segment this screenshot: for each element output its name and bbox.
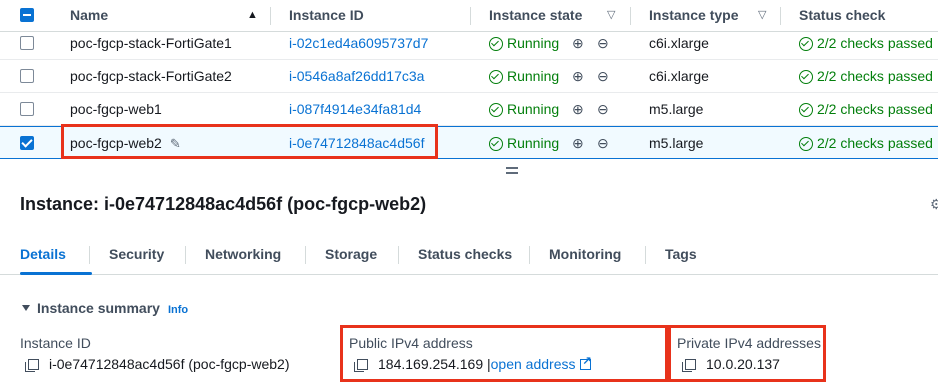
select-all-checkbox[interactable]: [20, 8, 34, 22]
instance-name: poc-fgcp-stack-FortiGate1: [70, 35, 232, 51]
row-checkbox[interactable]: [20, 69, 34, 83]
highlight-box: [668, 325, 826, 382]
tab-details[interactable]: Details: [20, 238, 66, 272]
instance-id-value: i-0e74712848ac4d56f (poc-fgcp-web2): [25, 356, 290, 372]
success-check-icon: [799, 137, 813, 151]
instance-state: Running: [489, 27, 559, 59]
instance-state: Running: [489, 127, 559, 159]
success-check-icon: [489, 37, 503, 51]
status-check: 2/2 checks passed: [799, 60, 933, 92]
zoom-out-icon[interactable]: ⊖: [597, 127, 609, 159]
highlight-box: [61, 124, 438, 159]
success-check-icon: [489, 137, 503, 151]
success-check-icon: [489, 103, 503, 117]
instance-type: m5.large: [649, 101, 704, 117]
zoom-out-icon[interactable]: ⊖: [597, 93, 609, 125]
zoom-in-icon[interactable]: ⊕: [572, 127, 584, 159]
table-row[interactable]: poc-fgcp-stack-FortiGate1 i-02c1ed4a6095…: [0, 27, 938, 60]
tab-security[interactable]: Security: [109, 238, 164, 272]
details-title: Instance: i-0e74712848ac4d56f (poc-fgcp-…: [20, 194, 427, 214]
instance-name: poc-fgcp-web1: [70, 101, 162, 117]
zoom-out-icon[interactable]: ⊖: [597, 60, 609, 92]
instance-type: m5.large: [649, 135, 704, 151]
copy-icon[interactable]: [25, 359, 39, 372]
zoom-in-icon[interactable]: ⊕: [572, 27, 584, 59]
table-row[interactable]: poc-fgcp-stack-FortiGate2 i-0546a8af26dd…: [0, 60, 938, 93]
status-check: 2/2 checks passed: [799, 93, 933, 125]
row-checkbox[interactable]: [20, 36, 34, 50]
caret-down-icon[interactable]: [22, 305, 30, 311]
instance-id-link[interactable]: i-02c1ed4a6095737d7: [289, 27, 428, 59]
status-check: 2/2 checks passed: [799, 27, 933, 59]
instance-summary-header[interactable]: Instance summary Info: [22, 300, 188, 316]
tab-tags[interactable]: Tags: [665, 238, 697, 272]
table-row[interactable]: poc-fgcp-web1 i-087f4914e34fa81d4 Runnin…: [0, 93, 938, 126]
tab-storage[interactable]: Storage: [325, 238, 377, 272]
active-tab-indicator: [20, 272, 92, 275]
instance-state: Running: [489, 93, 559, 125]
zoom-in-icon[interactable]: ⊕: [572, 60, 584, 92]
zoom-out-icon[interactable]: ⊖: [597, 27, 609, 59]
tab-networking[interactable]: Networking: [205, 238, 281, 272]
success-check-icon: [799, 103, 813, 117]
zoom-in-icon[interactable]: ⊕: [572, 93, 584, 125]
drag-handle-icon[interactable]: [506, 167, 518, 174]
row-checkbox-checked[interactable]: [20, 136, 34, 150]
status-check: 2/2 checks passed: [799, 127, 933, 159]
instance-name: poc-fgcp-stack-FortiGate2: [70, 68, 232, 84]
tab-status-checks[interactable]: Status checks: [418, 238, 512, 272]
instance-id-link[interactable]: i-087f4914e34fa81d4: [289, 93, 421, 125]
settings-gear-icon[interactable]: ⚙: [930, 196, 938, 213]
details-tabs: Details Security Networking Storage Stat…: [0, 238, 938, 275]
info-link[interactable]: Info: [168, 304, 188, 316]
instance-state: Running: [489, 60, 559, 92]
instance-id-link[interactable]: i-0546a8af26dd17c3a: [289, 60, 424, 92]
highlight-box: [340, 325, 668, 382]
instance-type: c6i.xlarge: [649, 68, 709, 84]
instance-id-label: Instance ID: [20, 335, 91, 351]
instance-type: c6i.xlarge: [649, 35, 709, 51]
success-check-icon: [799, 70, 813, 84]
success-check-icon: [799, 37, 813, 51]
tab-monitoring[interactable]: Monitoring: [549, 238, 621, 272]
success-check-icon: [489, 70, 503, 84]
row-checkbox[interactable]: [20, 102, 34, 116]
panel-resize-divider[interactable]: [0, 164, 938, 178]
